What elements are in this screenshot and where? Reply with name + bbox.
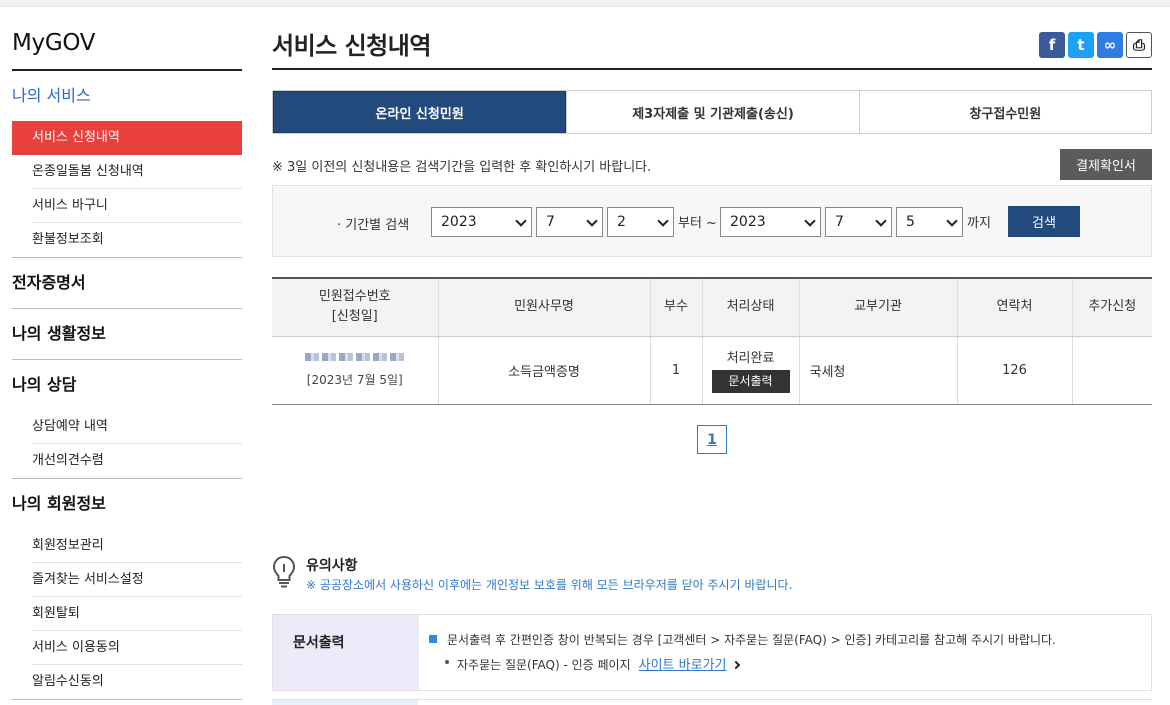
search-button[interactable]: 검색 xyxy=(1008,206,1080,237)
to-suffix: 까지 xyxy=(967,216,991,231)
from-suffix: 부터 ~ xyxy=(678,216,717,231)
site-shortcut-link[interactable]: 사이트 바로가기 xyxy=(639,658,740,673)
to-month-value: 7 xyxy=(835,214,844,230)
receipt-button[interactable]: 결제확인서 xyxy=(1060,149,1152,180)
to-year-select[interactable]: 2023 xyxy=(720,207,821,237)
col-extra: 추가신청 xyxy=(1071,277,1152,337)
tab-counter-application[interactable]: 창구접수민원 xyxy=(858,91,1151,133)
cell-contact: 126 xyxy=(956,336,1072,405)
sidebar-item-favorites[interactable]: 즐겨찾는 서비스설정 xyxy=(32,563,242,597)
to-month-select[interactable]: 7 xyxy=(825,207,892,237)
tab-online-application[interactable]: 온라인 신청민원 xyxy=(273,91,567,133)
chevron-right-icon xyxy=(731,660,740,670)
sidebar-section-life-info: 나의 생활정보 xyxy=(12,309,242,360)
from-month-select[interactable]: 7 xyxy=(536,207,603,237)
from-year-select[interactable]: 2023 xyxy=(431,207,532,237)
sidebar-section-consult: 나의 상담 상담예약 내역 개선의견수렴 xyxy=(12,360,242,479)
lightbulb-icon xyxy=(272,555,296,588)
tab-third-party-submission[interactable]: 제3자제출 및 기관제출(송신) xyxy=(566,91,858,133)
search-label: · 기간별 검색 xyxy=(337,218,410,233)
col-status: 처리상태 xyxy=(701,277,799,337)
chevron-down-icon xyxy=(515,215,527,227)
table-row: [2023년 7월 5일] 소득금액증명 1 처리완료 문서출력 국세청 126 xyxy=(272,336,1152,405)
notice-text: ※ 3일 이전의 신청내용은 검색기간을 입력한 후 확인하시기 바랍니다. xyxy=(272,160,652,175)
sidebar-item-notification[interactable]: 알림수신동의 xyxy=(32,665,242,699)
sidebar-section-my-service: 나의 서비스 서비스 신청내역 온종일돌봄 신청내역 서비스 바구니 환불정보조… xyxy=(12,71,242,258)
cell-extra xyxy=(1071,336,1152,405)
from-month-value: 7 xyxy=(546,214,555,230)
facebook-icon[interactable]: f xyxy=(1039,32,1065,58)
info-box-print: 문서출력 문서출력 후 간편인증 창이 반복되는 경우 [고객센터 > 자주묻는… xyxy=(272,614,1152,691)
info-subline: 자주묻는 질문(FAQ) - 인증 페이지 사이트 바로가기 xyxy=(429,654,1141,673)
from-year-value: 2023 xyxy=(441,214,477,230)
notice-row: ※ 3일 이전의 신청내용은 검색기간을 입력한 후 확인하시기 바랍니다. 결… xyxy=(272,149,1152,181)
chevron-down-icon xyxy=(657,215,669,227)
to-day-value: 5 xyxy=(906,214,915,230)
print-document-button[interactable]: 문서출력 xyxy=(711,370,790,393)
col-agency: 교부기관 xyxy=(798,277,957,337)
cell-agency: 국세청 xyxy=(798,336,957,405)
table-header-row: 민원접수번호 [신청일] 민원사무명 부수 처리상태 교부기관 연락처 추가신청 xyxy=(272,277,1152,337)
info-label: 문서출력 xyxy=(273,615,419,690)
col-service-name: 민원사무명 xyxy=(437,277,650,337)
sidebar-item-withdraw[interactable]: 회원탈퇴 xyxy=(32,597,242,631)
cell-copies: 1 xyxy=(649,336,702,405)
from-day-select[interactable]: 2 xyxy=(607,207,674,237)
cell-status: 처리완료 문서출력 xyxy=(701,336,799,405)
info-line: 문서출력 후 간편인증 창이 반복되는 경우 [고객센터 > 자주묻는 질문(F… xyxy=(429,631,1141,648)
link-icon[interactable]: ∞ xyxy=(1097,32,1123,58)
results-table: 민원접수번호 [신청일] 민원사무명 부수 처리상태 교부기관 연락처 추가신청 … xyxy=(272,277,1152,405)
application-date: [2023년 7월 5일] xyxy=(306,372,403,387)
sidebar-item-service-history[interactable]: 서비스 신청내역 xyxy=(12,121,242,155)
print-icon[interactable]: ⎙ xyxy=(1126,32,1152,58)
cell-receipt-number[interactable]: [2023년 7월 5일] xyxy=(272,336,438,405)
pagination-page[interactable]: 1 xyxy=(697,425,727,454)
sidebar-section-title[interactable]: 나의 상담 xyxy=(12,360,242,410)
bullet-dot-icon xyxy=(445,660,449,664)
col-copies: 부수 xyxy=(649,277,702,337)
cell-service-name: 소득금액증명 xyxy=(437,336,650,405)
sidebar-item-service-basket[interactable]: 서비스 바구니 xyxy=(32,189,242,223)
sidebar-item-consult-reservation[interactable]: 상담예약 내역 xyxy=(32,410,242,444)
share-toolbar: f t ∞ ⎙ xyxy=(1039,32,1152,58)
search-panel: · 기간별 검색 2023 7 2 부터 ~ 2023 7 5 까지 검색 xyxy=(272,185,1152,257)
page-title: 서비스 신청내역 xyxy=(272,32,431,60)
sidebar-item-consent[interactable]: 서비스 이용동의 xyxy=(32,631,242,665)
to-year-value: 2023 xyxy=(730,214,766,230)
next-info-box xyxy=(272,699,1152,705)
sidebar-section-member-info: 나의 회원정보 회원정보관리 즐겨찾는 서비스설정 회원탈퇴 서비스 이용동의 … xyxy=(12,479,242,700)
sidebar: MyGOV 나의 서비스 서비스 신청내역 온종일돌봄 신청내역 서비스 바구니… xyxy=(12,30,242,700)
col-contact: 연락처 xyxy=(956,277,1072,337)
sidebar-item-feedback[interactable]: 개선의견수렴 xyxy=(32,444,242,478)
chevron-down-icon xyxy=(586,215,598,227)
status-text: 처리완료 xyxy=(726,351,775,366)
twitter-icon[interactable]: t xyxy=(1068,32,1094,58)
sidebar-section-title[interactable]: 나의 회원정보 xyxy=(12,479,242,529)
chevron-down-icon xyxy=(875,215,887,227)
top-bar xyxy=(0,0,1170,7)
page-header: 서비스 신청내역 f t ∞ ⎙ xyxy=(272,26,1152,70)
sidebar-section-title[interactable]: 나의 생활정보 xyxy=(12,309,242,359)
from-day-value: 2 xyxy=(617,214,626,230)
info-body: 문서출력 후 간편인증 창이 반복되는 경우 [고객센터 > 자주묻는 질문(F… xyxy=(419,615,1151,690)
sidebar-section-title[interactable]: 나의 서비스 xyxy=(12,71,242,121)
sidebar-section-title[interactable]: 전자증명서 xyxy=(12,258,242,308)
sidebar-item-member-manage[interactable]: 회원정보관리 xyxy=(32,529,242,563)
col-receipt-number: 민원접수번호 [신청일] xyxy=(272,277,438,337)
redacted-receipt-number[interactable] xyxy=(304,352,405,361)
tab-bar: 온라인 신청민원 제3자제출 및 기관제출(송신) 창구접수민원 xyxy=(272,90,1152,134)
caution-title: 유의사항 xyxy=(306,558,358,574)
square-bullet-icon xyxy=(429,635,437,643)
sidebar-item-care-history[interactable]: 온종일돌봄 신청내역 xyxy=(32,155,242,189)
chevron-down-icon xyxy=(946,215,958,227)
caution-subtitle: ※ 공공장소에서 사용하신 이후에는 개인정보 보호를 위해 모든 브라우저를 … xyxy=(306,578,793,592)
to-day-select[interactable]: 5 xyxy=(896,207,963,237)
sidebar-item-refund-info[interactable]: 환불정보조회 xyxy=(32,223,242,257)
sidebar-brand[interactable]: MyGOV xyxy=(12,30,242,71)
chevron-down-icon xyxy=(804,215,816,227)
sidebar-section-e-certificate: 전자증명서 xyxy=(12,258,242,309)
